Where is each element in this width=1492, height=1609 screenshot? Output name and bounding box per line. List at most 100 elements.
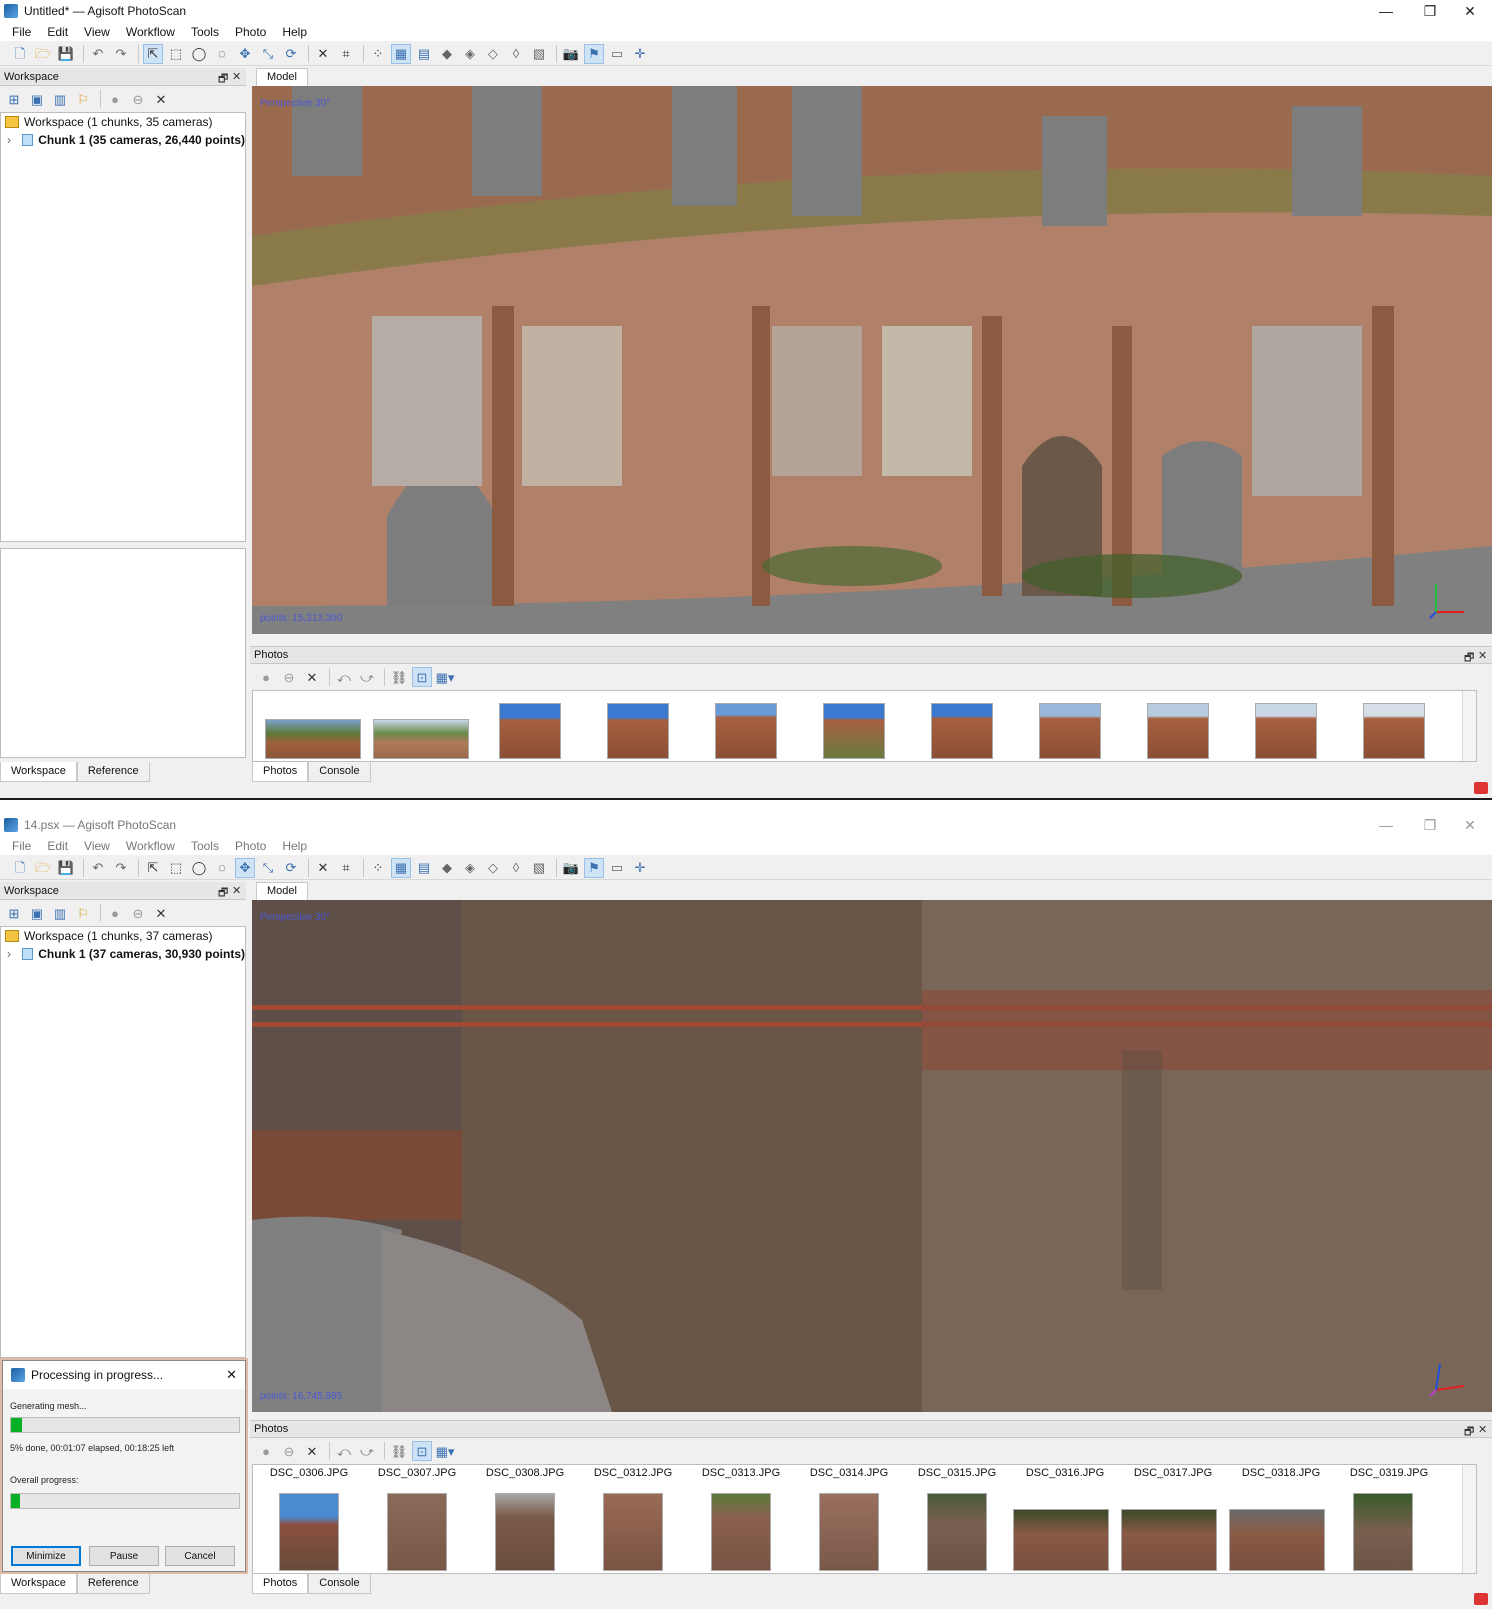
delete-selection-icon[interactable]: ✕	[313, 44, 333, 64]
delete-selection-icon[interactable]: ✕	[313, 858, 333, 878]
remove-cameras-icon[interactable]: ✕	[302, 667, 322, 687]
model-viewport[interactable]: Perspective 30° points: 16,745,885	[252, 900, 1492, 1412]
tree-item-chunk[interactable]: › Chunk 1 (37 cameras, 30,930 points)	[1, 945, 245, 963]
photo-thumbnail[interactable]	[1353, 1493, 1413, 1571]
menu-workflow[interactable]: Workflow	[118, 839, 183, 853]
reset-view-icon[interactable]: ✛	[630, 44, 650, 64]
photo-thumbnail[interactable]	[387, 1493, 447, 1571]
dense-cloud-icon[interactable]: ▦	[391, 43, 411, 64]
free-form-select-icon[interactable]: ◌	[212, 44, 232, 64]
menu-tools[interactable]: Tools	[183, 25, 227, 39]
add-marker-icon[interactable]: ⚐	[73, 903, 93, 923]
show-markers-icon[interactable]: ⚑	[584, 43, 604, 64]
show-cameras-icon[interactable]: 📷	[561, 44, 581, 64]
close-pane-icon[interactable]: ✕	[232, 884, 241, 897]
menu-file[interactable]: File	[4, 839, 39, 853]
photo-thumbnail[interactable]	[279, 1493, 339, 1571]
redo-icon[interactable]: ↷	[111, 44, 131, 64]
solid-icon[interactable]: ◆	[437, 44, 457, 64]
close-button[interactable]: ✕	[1448, 0, 1492, 22]
tiled-model-icon[interactable]: ◊	[506, 858, 526, 878]
dem-icon[interactable]: ▧	[529, 44, 549, 64]
photo-thumbnail[interactable]	[1363, 703, 1425, 759]
photo-thumbnail[interactable]	[931, 703, 993, 759]
remove-items-icon[interactable]: ✕	[151, 903, 171, 923]
photo-thumbnail[interactable]	[711, 1493, 771, 1571]
photo-thumbnail[interactable]	[495, 1493, 555, 1571]
menu-help[interactable]: Help	[274, 25, 315, 39]
tiled-model-icon[interactable]: ◊	[506, 44, 526, 64]
add-folder-icon[interactable]: ▥	[50, 903, 70, 923]
redo-icon[interactable]: ↷	[111, 858, 131, 878]
filter-photos-icon[interactable]: ⛓	[389, 1441, 409, 1461]
photos-scrollbar[interactable]	[1462, 691, 1476, 761]
dense-cloud-icon[interactable]: ▦	[391, 857, 411, 878]
disable-cameras-icon[interactable]: ⊖	[279, 667, 299, 687]
show-region-icon[interactable]: ▭	[607, 44, 627, 64]
save-icon[interactable]: 💾	[56, 44, 76, 64]
close-pane-icon[interactable]: ✕	[232, 70, 241, 83]
shaded-icon[interactable]: ▤	[414, 858, 434, 878]
view-mode-icon[interactable]: ▦▾	[435, 667, 455, 687]
tab-workspace[interactable]: Workspace	[0, 1574, 77, 1594]
move-region-icon[interactable]: ✥	[235, 44, 255, 64]
filter-photos-icon[interactable]: ⛓	[389, 667, 409, 687]
open-icon[interactable]: 🗁	[33, 44, 53, 64]
new-icon[interactable]: 🗋	[10, 858, 30, 878]
photo-thumbnail[interactable]	[1255, 703, 1317, 759]
photos-scrollbar[interactable]	[1462, 1465, 1476, 1573]
photo-thumbnail[interactable]	[499, 703, 561, 759]
add-chunk-icon[interactable]: ⊞	[4, 903, 24, 923]
maximize-button[interactable]: ❐	[1408, 0, 1452, 22]
rotate-region-icon[interactable]: ⟳	[281, 44, 301, 64]
pause-button[interactable]: Pause	[89, 1546, 159, 1566]
tab-reference[interactable]: Reference	[76, 762, 150, 782]
rotate-region-icon[interactable]: ⟳	[281, 858, 301, 878]
photo-thumbnail[interactable]	[1013, 1509, 1109, 1571]
maximize-button[interactable]: ❐	[1408, 814, 1452, 836]
menu-file[interactable]: File	[4, 25, 39, 39]
photo-thumbnail[interactable]	[1229, 1509, 1325, 1571]
disable-icon[interactable]: ⊖	[128, 89, 148, 109]
show-cameras-icon[interactable]: 📷	[561, 858, 581, 878]
reset-filter-icon[interactable]: ⊡	[412, 1441, 432, 1461]
enable-icon[interactable]: ●	[105, 903, 125, 923]
close-button[interactable]: ✕	[1448, 814, 1492, 836]
menu-workflow[interactable]: Workflow	[118, 25, 183, 39]
remove-items-icon[interactable]: ✕	[151, 89, 171, 109]
photo-thumbnail[interactable]	[715, 703, 777, 759]
menu-edit[interactable]: Edit	[39, 839, 76, 853]
menu-photo[interactable]: Photo	[227, 839, 274, 853]
minimize-button[interactable]: Minimize	[11, 1546, 81, 1566]
menu-view[interactable]: View	[76, 839, 118, 853]
photo-thumbnail[interactable]	[819, 1493, 879, 1571]
open-icon[interactable]: 🗁	[33, 858, 53, 878]
tab-console[interactable]: Console	[308, 1574, 371, 1594]
remove-cameras-icon[interactable]: ✕	[302, 1441, 322, 1461]
crop-selection-icon[interactable]: ⌗	[336, 44, 356, 64]
rotate-left-icon[interactable]: ⤺	[334, 667, 354, 687]
close-pane-icon[interactable]: ✕	[1478, 1423, 1487, 1436]
rectangle-select-icon[interactable]: ⬚	[166, 44, 186, 64]
view-mode-icon[interactable]: ▦▾	[435, 1441, 455, 1461]
menu-edit[interactable]: Edit	[39, 25, 76, 39]
menu-help[interactable]: Help	[274, 839, 315, 853]
dem-icon[interactable]: ▧	[529, 858, 549, 878]
save-icon[interactable]: 💾	[56, 858, 76, 878]
resize-region-icon[interactable]: ⤡	[258, 858, 278, 878]
photo-thumbnail[interactable]	[373, 719, 469, 759]
menu-tools[interactable]: Tools	[183, 839, 227, 853]
point-cloud-icon[interactable]: ⁘	[368, 44, 388, 64]
add-folder-icon[interactable]: ▥	[50, 89, 70, 109]
tab-photos[interactable]: Photos	[252, 762, 309, 782]
undo-icon[interactable]: ↶	[88, 44, 108, 64]
free-form-select-icon[interactable]: ◌	[212, 858, 232, 878]
dialog-close-icon[interactable]: ✕	[226, 1367, 237, 1383]
photo-thumbnail[interactable]	[927, 1493, 987, 1571]
point-cloud-icon[interactable]: ⁘	[368, 858, 388, 878]
photo-thumbnail[interactable]	[823, 703, 885, 759]
add-photos-icon[interactable]: ▣	[27, 903, 47, 923]
model-viewport[interactable]: Perspective 30° points: 15,313,300	[252, 86, 1492, 634]
undo-icon[interactable]: ↶	[88, 858, 108, 878]
navigation-icon[interactable]: ⇱	[143, 43, 163, 64]
